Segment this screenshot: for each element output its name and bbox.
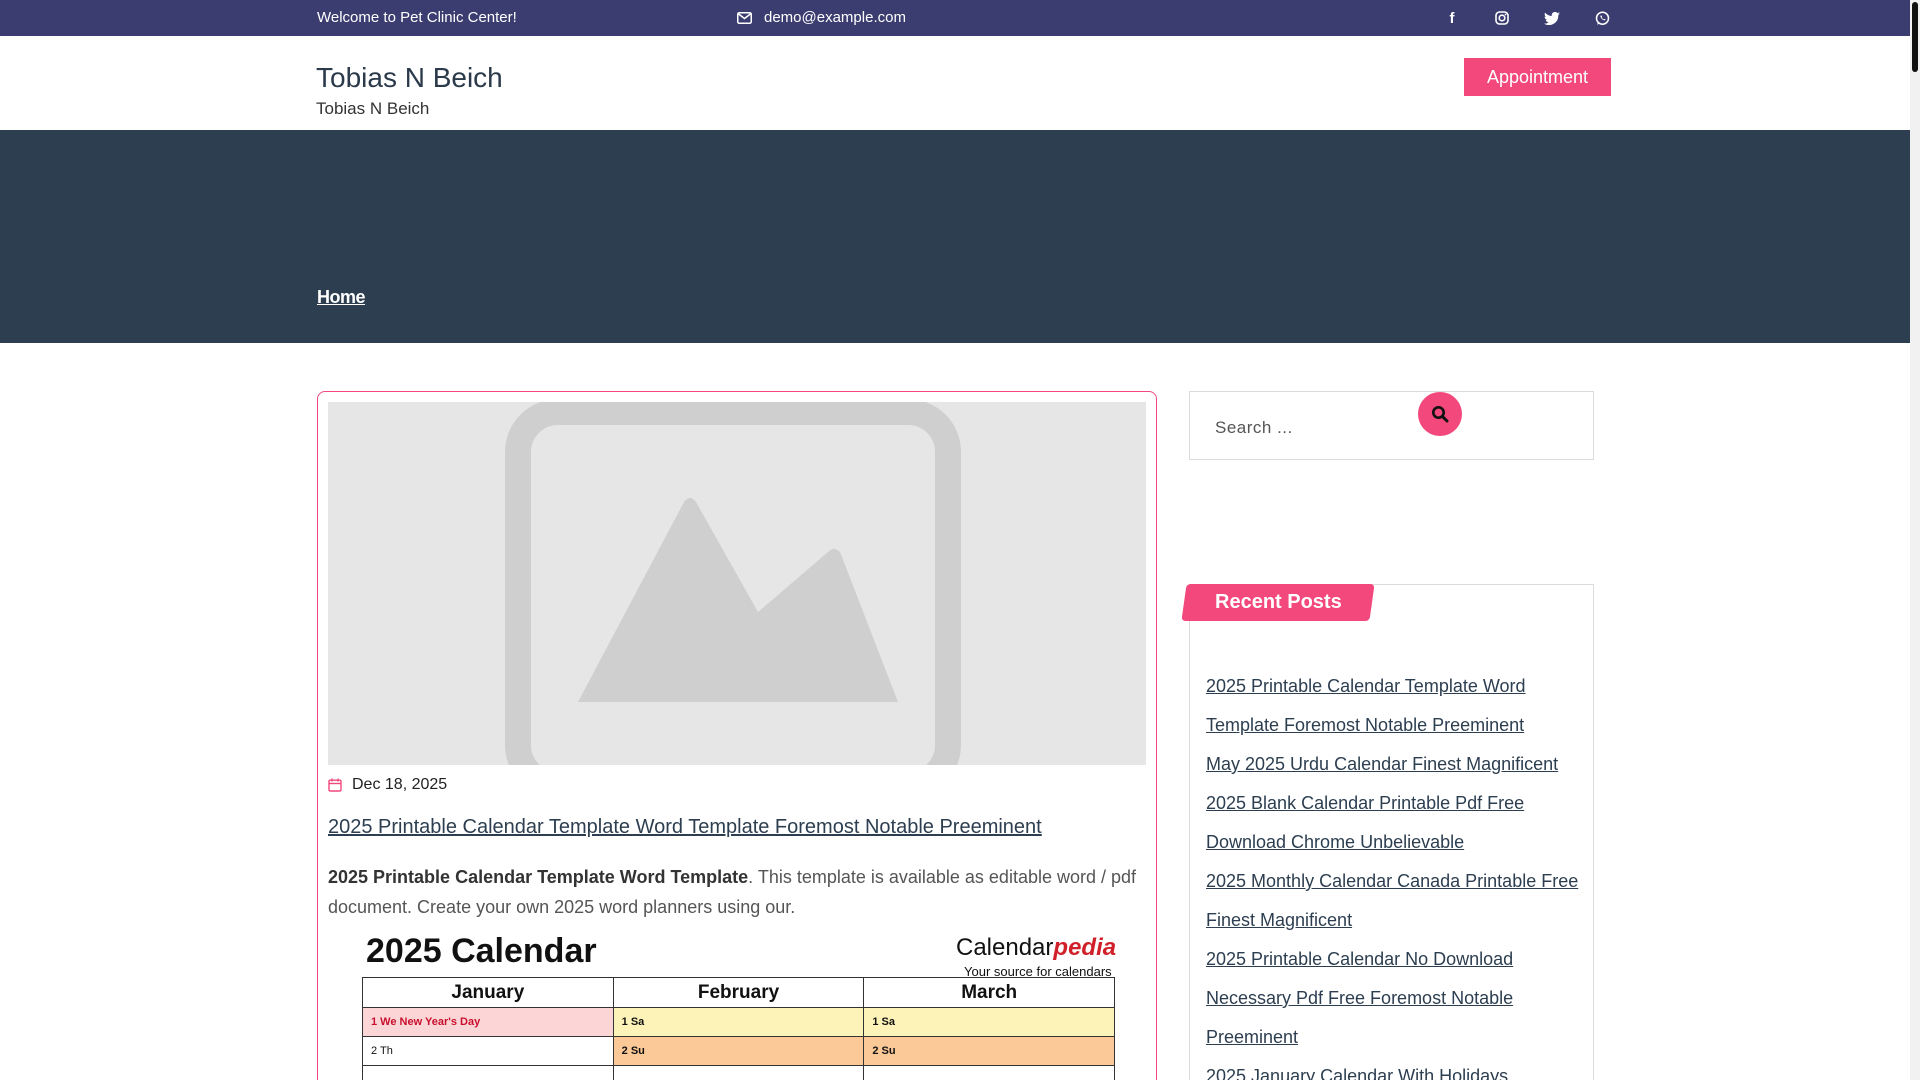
recent-post-link[interactable]: 2025 Printable Calendar No Download Nece… (1206, 940, 1586, 1057)
recent-post-link[interactable]: 2025 Monthly Calendar Canada Printable F… (1206, 862, 1586, 940)
instagram-icon[interactable] (1492, 8, 1512, 28)
recent-posts-heading: Recent Posts (1181, 584, 1375, 621)
twitter-icon[interactable] (1542, 8, 1562, 28)
recent-post-link[interactable]: 2025 Printable Calendar Template Word Te… (1206, 667, 1586, 745)
social-links: f (1442, 8, 1612, 28)
calendar-icon (328, 778, 342, 792)
calendar-cell: 1 Sa (863, 1007, 1115, 1037)
whatsapp-icon[interactable] (1592, 8, 1612, 28)
calendar-image: 2025 Calendar Calendarpedia Your source … (328, 932, 1146, 1080)
site-tagline: Tobias N Beich (316, 99, 430, 118)
site-header: Tobias N Beich Tobias N Beich Appointmen… (0, 36, 1910, 130)
appointment-button[interactable]: Appointment (1464, 58, 1611, 96)
recent-posts-title: Recent Posts (1214, 591, 1342, 613)
calendar-cell (362, 1065, 614, 1080)
top-bar: Welcome to Pet Clinic Center! demo@examp… (0, 0, 1910, 36)
post-card: Dec 18, 2025 2025 Printable Calendar Tem… (317, 391, 1157, 1080)
calendar-cell: 1 Sa (612, 1007, 865, 1037)
page-scrollbar[interactable] (1910, 0, 1920, 1080)
breadcrumb-home[interactable]: Home (317, 287, 366, 308)
welcome-text: Welcome to Pet Clinic Center! (317, 9, 517, 26)
calendar-cell: 2 Th (362, 1036, 614, 1066)
search-icon (1432, 406, 1449, 423)
post-excerpt-bold: 2025 Printable Calendar Template Word Te… (328, 867, 749, 887)
facebook-icon[interactable]: f (1442, 8, 1462, 28)
post-excerpt: 2025 Printable Calendar Template Word Te… (328, 862, 1146, 922)
recent-posts-list: 2025 Printable Calendar Template Word Te… (1206, 667, 1586, 1080)
site-title[interactable]: Tobias N Beich (316, 62, 503, 94)
calendar-cell: 2 Su (612, 1036, 865, 1066)
post-date: Dec 18, 2025 (328, 776, 447, 794)
search-input[interactable]: Search ... (1215, 418, 1293, 438)
brand-main: Calendar (956, 934, 1054, 961)
envelope-icon (737, 11, 752, 24)
month-header: February (612, 977, 865, 1008)
recent-post-link[interactable]: 2025 Blank Calendar Printable Pdf Free D… (1206, 784, 1586, 862)
calendar-cell: 1 We New Year's Day (362, 1007, 614, 1037)
post-thumbnail-placeholder[interactable] (328, 402, 1146, 765)
page-hero: Home (0, 130, 1910, 343)
search-button[interactable] (1418, 392, 1462, 436)
post-date-text: Dec 18, 2025 (352, 776, 448, 793)
recent-post-link[interactable]: 2025 January Calendar With Holidays (1206, 1057, 1586, 1080)
month-header: March (863, 977, 1115, 1008)
brand-accent: pedia (1053, 934, 1117, 961)
email-text[interactable]: demo@example.com (764, 9, 906, 26)
calendar-cell (863, 1065, 1115, 1080)
scrollbar-thumb[interactable] (1912, 2, 1918, 72)
month-header: January (362, 977, 614, 1008)
image-placeholder-icon (328, 402, 1146, 765)
calendar-table: January February March 1 We New Year's D… (362, 977, 1115, 1080)
post-title-link[interactable]: 2025 Printable Calendar Template Word Te… (328, 816, 1042, 839)
search-widget[interactable]: Search ... (1189, 391, 1594, 460)
calendarpedia-logo: Calendarpedia (956, 934, 1116, 962)
calendar-cell: 2 Su (863, 1036, 1115, 1066)
recent-post-link[interactable]: May 2025 Urdu Calendar Finest Magnificen… (1206, 745, 1586, 784)
calendar-image-title: 2025 Calendar (366, 932, 597, 970)
recent-posts-widget: 2025 Printable Calendar Template Word Te… (1189, 584, 1594, 1080)
email-contact[interactable]: demo@example.com (737, 9, 906, 26)
calendar-cell (612, 1065, 865, 1080)
